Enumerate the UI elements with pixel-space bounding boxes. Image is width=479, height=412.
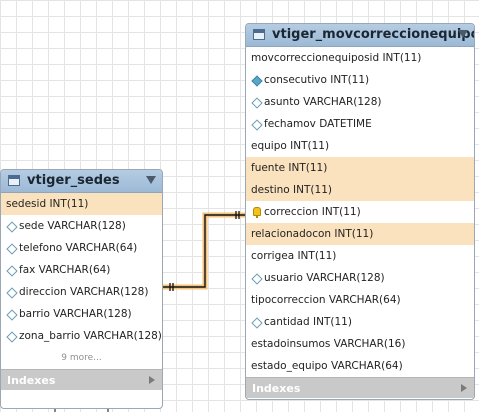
table-header[interactable]: vtiger_movcorreccionequipos bbox=[246, 24, 474, 47]
relationship-line-glow bbox=[163, 212, 245, 290]
column-diamond-icon bbox=[251, 317, 263, 329]
unique-column-icon bbox=[251, 75, 263, 87]
column-row[interactable]: estado_equipo VARCHAR(64) bbox=[246, 355, 474, 377]
expand-arrow-icon[interactable] bbox=[461, 384, 467, 392]
column-diamond-icon bbox=[6, 221, 18, 233]
column-label: correccion INT(11) bbox=[264, 206, 361, 218]
column-diamond-icon bbox=[6, 265, 18, 277]
indexes-section[interactable]: Indexes bbox=[1, 369, 162, 390]
column-diamond-icon bbox=[251, 273, 263, 285]
key-icon bbox=[253, 207, 261, 218]
table-title: vtiger_sedes bbox=[27, 173, 120, 188]
column-row[interactable]: zona_barrio VARCHAR(128) bbox=[1, 325, 162, 347]
column-diamond-icon bbox=[251, 97, 263, 109]
column-diamond-icon bbox=[6, 309, 18, 321]
column-row[interactable]: relacionadocon INT(11) bbox=[246, 223, 474, 245]
column-row[interactable]: movcorreccionequiposid INT(11) bbox=[246, 47, 474, 69]
column-list: movcorreccionequiposid INT(11) consecutiv… bbox=[246, 47, 474, 377]
column-row[interactable]: sedesid INT(11) bbox=[1, 193, 162, 215]
column-diamond-icon bbox=[251, 119, 263, 131]
column-label: destino INT(11) bbox=[251, 184, 332, 196]
column-label: movcorreccionequiposid INT(11) bbox=[251, 52, 422, 64]
column-row[interactable]: cantidad INT(11) bbox=[246, 311, 474, 333]
collapse-arrow-icon[interactable] bbox=[458, 30, 468, 38]
column-label: barrio VARCHAR(128) bbox=[19, 308, 132, 320]
column-label: consecutivo INT(11) bbox=[264, 74, 370, 86]
column-label: direccion VARCHAR(128) bbox=[19, 286, 149, 298]
table-icon bbox=[253, 29, 265, 40]
column-row[interactable]: fax VARCHAR(64) bbox=[1, 259, 162, 281]
column-row[interactable]: usuario VARCHAR(128) bbox=[246, 267, 474, 289]
relationship-line bbox=[163, 214, 245, 288]
column-label: equipo INT(11) bbox=[251, 140, 330, 152]
column-row[interactable]: estadoinsumos VARCHAR(16) bbox=[246, 333, 474, 355]
column-label: corrigea INT(11) bbox=[251, 250, 337, 262]
indexes-label: Indexes bbox=[252, 382, 301, 395]
column-label: sedesid INT(11) bbox=[6, 198, 89, 210]
column-row[interactable]: direccion VARCHAR(128) bbox=[1, 281, 162, 303]
column-list: sedesid INT(11) sede VARCHAR(128) telefono… bbox=[1, 193, 162, 347]
expand-arrow-icon[interactable] bbox=[149, 376, 155, 384]
column-label: estado_equipo VARCHAR(64) bbox=[251, 360, 403, 372]
column-label: asunto VARCHAR(128) bbox=[264, 96, 382, 108]
table-icon bbox=[8, 175, 20, 186]
indexes-section[interactable]: Indexes bbox=[246, 377, 474, 398]
column-diamond-icon bbox=[6, 331, 18, 343]
column-diamond-icon bbox=[6, 243, 18, 255]
more-columns-label[interactable]: 9 more... bbox=[1, 347, 162, 369]
table-title: vtiger_movcorreccionequipos bbox=[272, 27, 475, 42]
column-label: sede VARCHAR(128) bbox=[19, 220, 126, 232]
column-row[interactable]: correccion INT(11) bbox=[246, 201, 474, 223]
column-row[interactable]: fuente INT(11) bbox=[246, 157, 474, 179]
table-header[interactable]: vtiger_sedes bbox=[1, 170, 162, 193]
column-diamond-icon bbox=[6, 287, 18, 299]
column-row[interactable]: corrigea INT(11) bbox=[246, 245, 474, 267]
column-label: fax VARCHAR(64) bbox=[19, 264, 111, 276]
column-row[interactable]: sede VARCHAR(128) bbox=[1, 215, 162, 237]
column-row[interactable]: asunto VARCHAR(128) bbox=[246, 91, 474, 113]
column-label: fuente INT(11) bbox=[251, 162, 328, 174]
column-label: usuario VARCHAR(128) bbox=[264, 272, 385, 284]
column-label: estadoinsumos VARCHAR(16) bbox=[251, 338, 406, 350]
collapse-arrow-icon[interactable] bbox=[146, 176, 156, 184]
table-vtiger-movcorreccionequipos[interactable]: vtiger_movcorreccionequipos movcorreccio… bbox=[245, 23, 475, 400]
column-label: zona_barrio VARCHAR(128) bbox=[19, 330, 162, 342]
column-row[interactable]: equipo INT(11) bbox=[246, 135, 474, 157]
column-row[interactable]: destino INT(11) bbox=[246, 179, 474, 201]
column-label: telefono VARCHAR(64) bbox=[19, 242, 138, 254]
column-label: fechamov DATETIME bbox=[264, 118, 372, 130]
column-row[interactable]: consecutivo INT(11) bbox=[246, 69, 474, 91]
column-row[interactable]: tipocorreccion VARCHAR(64) bbox=[246, 289, 474, 311]
column-row[interactable]: fechamov DATETIME bbox=[246, 113, 474, 135]
column-row[interactable]: barrio VARCHAR(128) bbox=[1, 303, 162, 325]
column-label: tipocorreccion VARCHAR(64) bbox=[251, 294, 401, 306]
table-vtiger-sedes[interactable]: vtiger_sedes sedesid INT(11) sede VARCHAR… bbox=[0, 169, 163, 409]
column-label: relacionadocon INT(11) bbox=[251, 228, 374, 240]
indexes-label: Indexes bbox=[7, 374, 56, 387]
column-row[interactable]: telefono VARCHAR(64) bbox=[1, 237, 162, 259]
column-label: cantidad INT(11) bbox=[264, 316, 352, 328]
